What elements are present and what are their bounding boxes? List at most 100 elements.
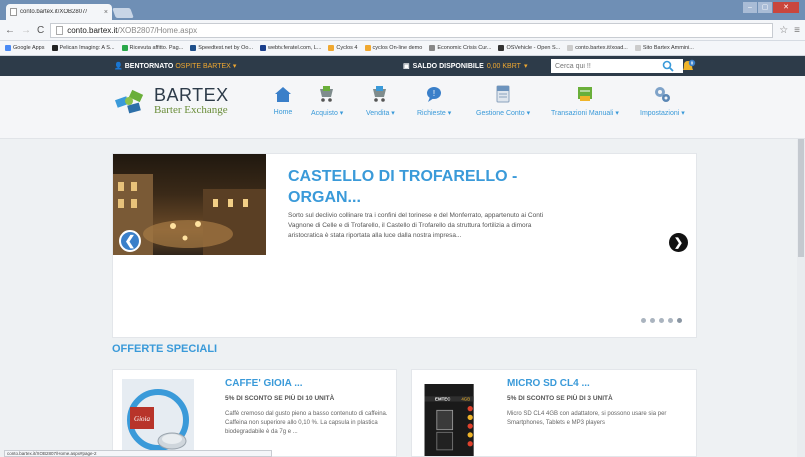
svg-text:EMTEC: EMTEC <box>435 397 451 402</box>
nav-label: Home <box>273 109 293 116</box>
bookmark-item[interactable]: Cyclos 4 <box>328 45 358 51</box>
nav-label: Gestione Conto ▾ <box>476 110 531 117</box>
slider-next-button[interactable]: ❯ <box>669 233 688 252</box>
slider-dot[interactable] <box>641 318 646 323</box>
bookmark-favicon-icon <box>5 45 11 51</box>
offer-card[interactable]: EMTEC 4GB MICRO SD CL4 ... 5% DI SCONTO … <box>411 369 697 457</box>
svg-text:!: ! <box>433 89 435 98</box>
guest-name: OSPITE BARTEX <box>175 62 231 70</box>
maximize-icon[interactable]: ▢ <box>758 2 772 13</box>
bookmark-label: webtv.feratel.com, L... <box>268 45 322 51</box>
chevron-down-icon: ▾ <box>523 63 528 70</box>
window-controls: – ▢ ✕ <box>743 2 799 13</box>
bookmark-favicon-icon <box>190 45 197 51</box>
bookmark-favicon-icon <box>260 45 266 51</box>
tab-close-icon[interactable]: × <box>104 9 108 16</box>
chat-bubble-icon: ! <box>427 87 442 102</box>
balance-icon: ▣ <box>403 63 410 70</box>
bookmark-label: Sito Bartex Ammini... <box>642 45 694 51</box>
svg-text:Gioia: Gioia <box>134 415 150 423</box>
site-topbar: 👤 BENTORNATO OSPITE BARTEX ▾ ▣ SALDO DIS… <box>0 56 805 76</box>
bookmark-favicon-icon <box>328 45 335 51</box>
bookmark-item[interactable]: conto.bartex.it/xoad... <box>567 45 628 51</box>
address-bar: ← → C conto.bartex.it/XOB2807/Home.aspx … <box>0 20 805 41</box>
page-icon <box>56 25 64 35</box>
offer-title[interactable]: MICRO SD CL4 ... <box>507 378 590 389</box>
nav-impostazioni[interactable]: Impostazioni ▾ <box>640 84 685 117</box>
cart-sell-icon <box>373 86 387 102</box>
home-icon <box>275 87 291 102</box>
user-menu[interactable]: 👤 BENTORNATO OSPITE BARTEX ▾ <box>114 62 237 71</box>
offer-card[interactable]: Gioia CAFFE' GIOIA ... 5% DI SCONTO SE P… <box>112 369 397 457</box>
slide-description: Sorto sul declivio collinare tra i confi… <box>288 212 544 239</box>
bookmark-star-icon[interactable]: ☆ <box>779 25 788 36</box>
minimize-icon[interactable]: – <box>743 2 757 13</box>
transactions-icon <box>577 87 592 101</box>
slider-dot[interactable] <box>668 318 673 323</box>
document-icon <box>496 85 510 103</box>
menu-icon[interactable]: ≡ <box>794 25 800 36</box>
site-header: BARTEX Barter Exchange Home Acquisto ▾ V… <box>0 76 805 139</box>
slider-dot[interactable] <box>677 318 682 323</box>
nav-vendita[interactable]: Vendita ▾ <box>366 84 395 117</box>
nav-gestione-conto[interactable]: Gestione Conto ▾ <box>476 84 530 117</box>
browser-status-bar: conto.bartex.it/XOB2807/Home.aspx#page-2 <box>4 450 272 457</box>
page-scrollbar[interactable] <box>797 139 805 457</box>
bookmark-item[interactable]: cyclos On-line demo <box>364 45 422 51</box>
nav-home[interactable]: Home <box>273 84 293 116</box>
offer-description: Micro SD CL4 4GB con adattatore, si poss… <box>507 411 667 426</box>
forward-arrow-icon[interactable]: → <box>21 25 31 36</box>
browser-tabstrip: conto.bartex.it/XOB2807/ × – ▢ ✕ <box>0 0 805 20</box>
scrollbar-thumb[interactable] <box>798 139 804 257</box>
bookmark-label: Ricevuta affitto. Pag... <box>129 45 184 51</box>
bartex-logo-mark-icon <box>114 89 144 114</box>
offer-discount: 5% DI SCONTO SE PIÙ DI 10 UNITÀ <box>225 395 335 402</box>
url-path: /XOB2807/Home.aspx <box>117 25 198 35</box>
url-host: conto.bartex.it <box>67 25 118 35</box>
offer-discount: 5% DI SCONTO SE PIÙ DI 3 UNITÀ <box>507 395 613 402</box>
slider-prev-button[interactable]: ❮ <box>119 230 141 252</box>
browser-tab[interactable]: conto.bartex.it/XOB2807/ × <box>6 4 112 20</box>
nav-label: Impostazioni ▾ <box>640 110 685 117</box>
bookmark-item[interactable]: Pelican Imaging: A S... <box>51 45 115 51</box>
slider-dot[interactable] <box>650 318 655 323</box>
bookmark-favicon-icon <box>51 45 58 51</box>
logo-title: BARTEX <box>154 85 229 105</box>
coffee-product-image: Gioia <box>122 379 194 456</box>
nav-acquisto[interactable]: Acquisto ▾ <box>311 84 343 117</box>
svg-text:4GB: 4GB <box>461 397 470 402</box>
reload-icon[interactable]: C <box>37 25 44 36</box>
window-close-icon[interactable]: ✕ <box>773 2 799 13</box>
bookmark-item[interactable]: Speedtest.net by Oo... <box>190 45 253 51</box>
user-icon: 👤 <box>114 63 123 70</box>
url-input[interactable]: conto.bartex.it/XOB2807/Home.aspx <box>50 22 774 38</box>
bookmark-item[interactable]: Ricevuta affitto. Pag... <box>121 45 184 51</box>
bookmark-label: Speedtest.net by Oo... <box>198 45 253 51</box>
nav-transazioni-manuali[interactable]: Transazioni Manuali ▾ <box>551 84 619 117</box>
bookmark-item[interactable]: Sito Bartex Ammini... <box>634 45 694 51</box>
back-arrow-icon[interactable]: ← <box>5 25 15 36</box>
bookmark-label: Pelican Imaging: A S... <box>59 45 115 51</box>
bartex-logo[interactable]: BARTEX Barter Exchange <box>112 84 229 120</box>
bookmark-favicon-icon <box>429 45 436 51</box>
balance-label: SALDO DISPONIBILE <box>412 62 484 70</box>
bookmark-item[interactable]: Economic Crisis Cur... <box>429 45 491 51</box>
bookmark-item[interactable]: Google Apps <box>5 45 45 51</box>
search-icon[interactable] <box>662 60 674 72</box>
balance-menu[interactable]: ▣ SALDO DISPONIBILE 0,00 KBRT ▾ <box>403 62 528 71</box>
slide-title[interactable]: CASTELLO DI TROFARELLO - ORGAN... <box>288 166 548 208</box>
nav-richieste[interactable]: ! Richieste ▾ <box>417 84 451 117</box>
chevron-down-icon: ▾ <box>232 63 237 70</box>
new-tab-button[interactable] <box>112 8 134 18</box>
bookmark-favicon-icon <box>364 45 371 51</box>
notification-bell-icon[interactable]: 0 <box>680 58 696 74</box>
slider-dot[interactable] <box>659 318 664 323</box>
bookmark-favicon-icon <box>567 45 574 51</box>
slider-pagination <box>641 318 682 323</box>
bookmark-favicon-icon <box>634 45 641 51</box>
offer-title[interactable]: CAFFE' GIOIA ... <box>225 378 303 389</box>
bookmark-favicon-icon <box>498 45 505 51</box>
bookmark-label: Google Apps <box>13 45 45 51</box>
bookmark-item[interactable]: OSVehicle - Open S... <box>498 45 560 51</box>
bookmark-item[interactable]: webtv.feratel.com, L... <box>260 45 321 51</box>
